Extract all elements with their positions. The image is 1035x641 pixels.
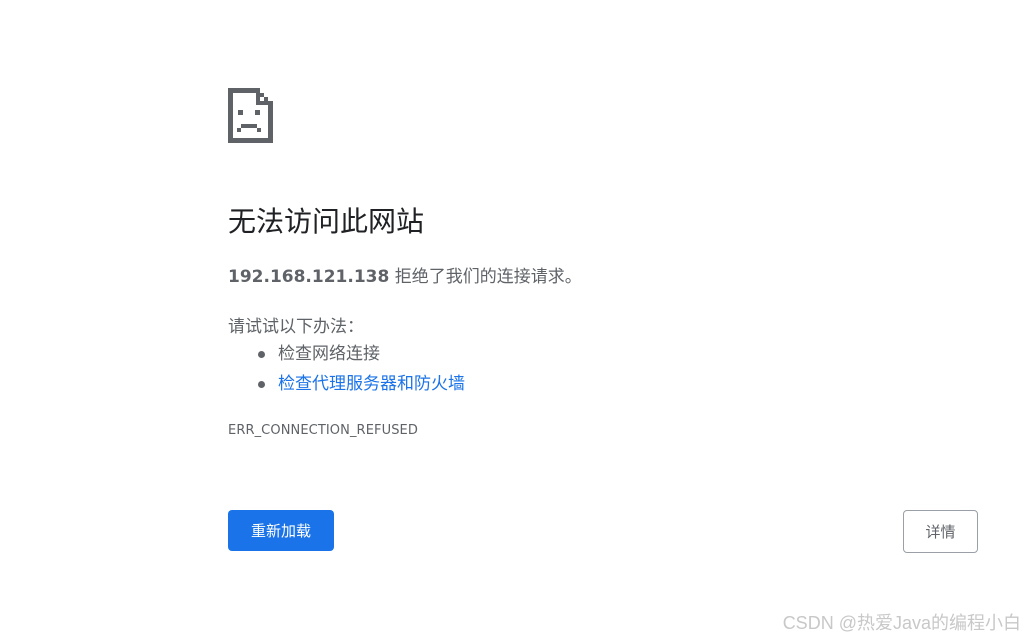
page-title: 无法访问此网站: [228, 205, 425, 238]
bullet-icon: [258, 351, 265, 358]
bullet-icon: [258, 381, 265, 388]
error-page: 无法访问此网站 192.168.121.138 拒绝了我们的连接请求。 请试试以…: [0, 0, 1035, 641]
proxy-firewall-link[interactable]: 检查代理服务器和防火墙: [278, 374, 465, 394]
sad-page-icon: [228, 88, 273, 143]
reload-button[interactable]: 重新加载: [228, 510, 334, 551]
details-button[interactable]: 详情: [903, 510, 978, 553]
suggestion-list: 检查网络连接 检查代理服务器和防火墙: [228, 340, 465, 400]
try-label: 请试试以下办法：: [228, 317, 364, 337]
host-address: 192.168.121.138: [228, 267, 390, 287]
suggestion-item-network: 检查网络连接: [228, 340, 465, 370]
error-message: 192.168.121.138 拒绝了我们的连接请求。: [228, 262, 582, 287]
suggestion-item-proxy: 检查代理服务器和防火墙: [228, 370, 465, 400]
watermark: CSDN @热爱Java的编程小白: [782, 613, 1021, 633]
message-suffix: 拒绝了我们的连接请求。: [389, 267, 582, 287]
suggestion-text: 检查网络连接: [278, 344, 380, 364]
error-code: ERR_CONNECTION_REFUSED: [228, 423, 418, 438]
